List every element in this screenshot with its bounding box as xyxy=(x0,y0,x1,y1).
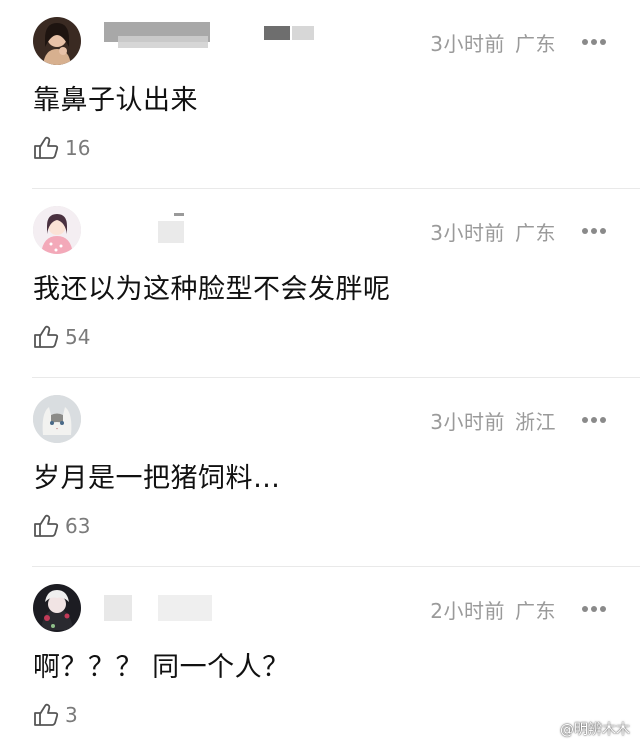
thumbs-up-icon xyxy=(34,514,59,537)
comment-time: 3小时前 xyxy=(430,410,505,434)
username-redacted xyxy=(104,22,314,50)
avatar[interactable] xyxy=(33,17,81,65)
thumbs-up-icon xyxy=(34,136,59,159)
comment-meta: 3小时前 广东 xyxy=(430,28,556,57)
avatar[interactable] xyxy=(33,584,81,632)
watermark: @明辨木木 xyxy=(544,719,630,739)
cat-avatar-icon xyxy=(33,395,81,443)
more-options-icon[interactable] xyxy=(581,605,607,613)
woman-portrait-avatar-icon xyxy=(33,17,81,65)
thumbs-up-icon xyxy=(34,703,59,726)
comment-text: 啊？？？ 同一个人？ xyxy=(33,652,290,683)
anime-character-avatar-icon xyxy=(33,584,81,632)
like-button[interactable]: 16 xyxy=(33,135,90,161)
comment-region: 广东 xyxy=(515,599,556,623)
more-options-icon[interactable] xyxy=(581,227,607,235)
comment-text: 我还以为这种脸型不会发胖呢 xyxy=(33,274,391,305)
comment-region: 浙江 xyxy=(515,410,556,434)
comment-region: 广东 xyxy=(515,32,556,56)
comment-time: 3小时前 xyxy=(430,32,505,56)
comment-text: 岁月是一把猪饲料… xyxy=(33,463,281,494)
platform-logo-icon xyxy=(544,722,558,736)
thumbs-up-icon xyxy=(34,325,59,348)
comment-item: 3小时前 广东 我还以为这种脸型不会发胖呢 54 xyxy=(0,189,640,378)
comment-time: 3小时前 xyxy=(430,221,505,245)
cartoon-girl-avatar-icon xyxy=(33,206,81,254)
like-button[interactable]: 3 xyxy=(33,702,78,728)
like-button[interactable]: 63 xyxy=(33,513,90,539)
like-button[interactable]: 54 xyxy=(33,324,90,350)
username-redacted xyxy=(104,589,314,621)
comment-region: 广东 xyxy=(515,221,556,245)
avatar[interactable] xyxy=(33,206,81,254)
more-options-icon[interactable] xyxy=(581,416,607,424)
comment-meta: 3小时前 广东 xyxy=(430,217,556,246)
more-options-icon[interactable] xyxy=(581,38,607,46)
like-count: 63 xyxy=(65,514,91,538)
like-count: 3 xyxy=(65,703,78,727)
watermark-text: @明辨木木 xyxy=(560,722,630,738)
username-redacted xyxy=(104,211,314,243)
like-count: 54 xyxy=(65,325,91,349)
comment-meta: 2小时前 广东 xyxy=(430,595,556,624)
comment-time: 2小时前 xyxy=(430,599,505,623)
comment-text: 靠鼻子认出来 xyxy=(33,85,198,116)
avatar[interactable] xyxy=(33,395,81,443)
comment-item: 3小时前 浙江 岁月是一把猪饲料… 63 xyxy=(0,378,640,567)
like-count: 16 xyxy=(65,136,91,160)
comment-item: 3小时前 广东 靠鼻子认出来 16 xyxy=(0,0,640,189)
comment-meta: 3小时前 浙江 xyxy=(430,406,556,435)
